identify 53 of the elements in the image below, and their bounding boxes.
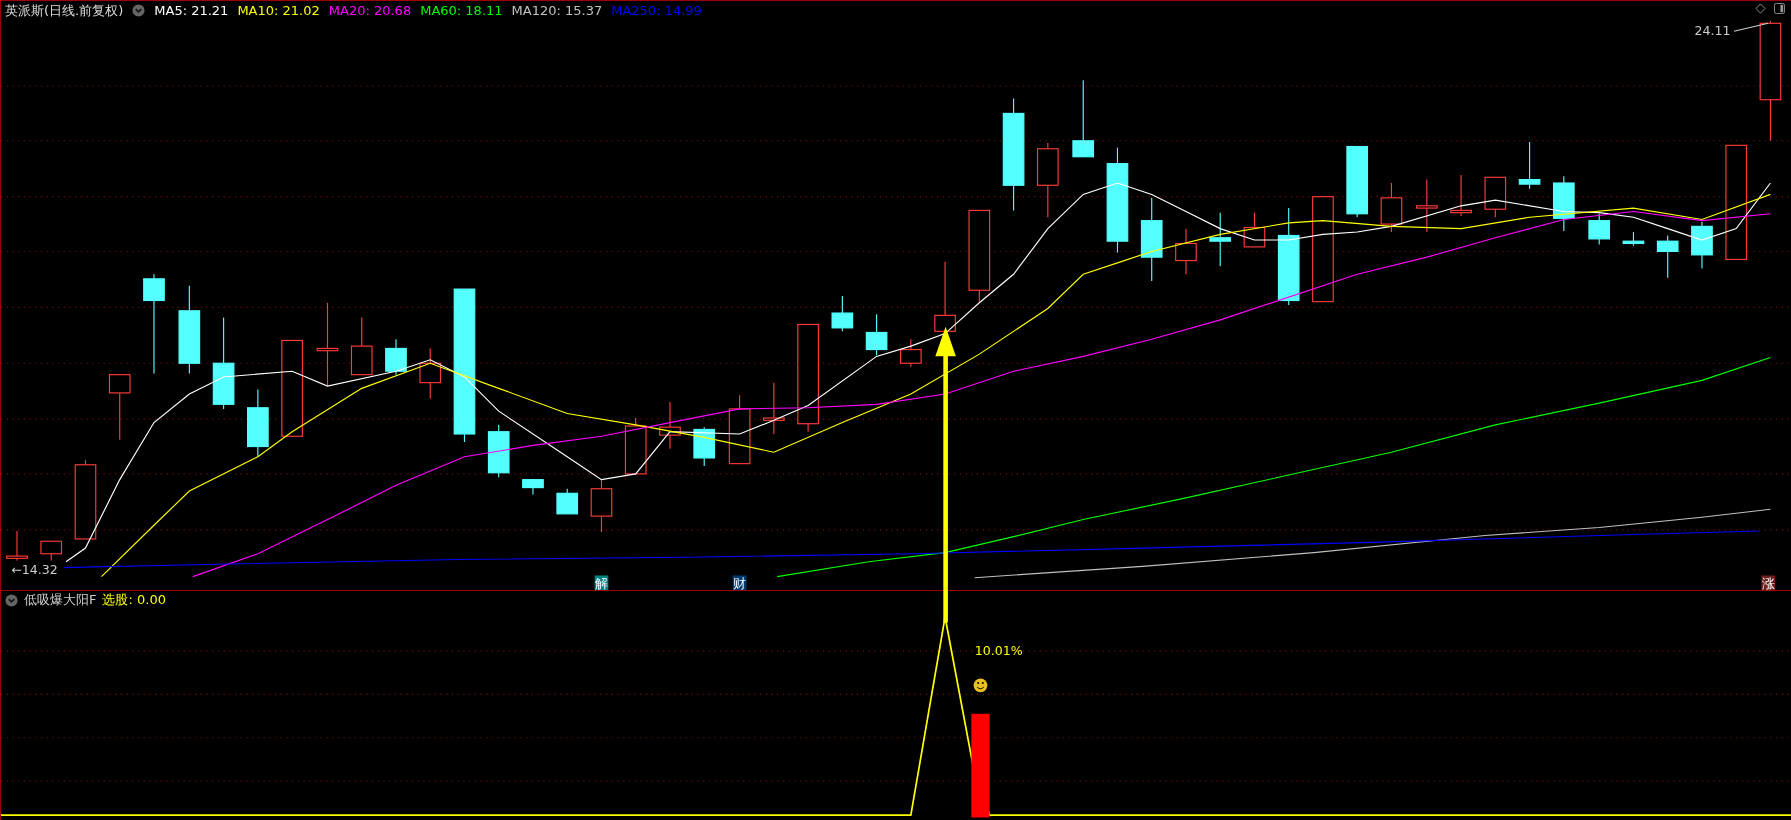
- candlestick: [1656, 234, 1679, 279]
- candlestick: [900, 338, 922, 368]
- candlestick: [1518, 141, 1541, 190]
- candlestick: [693, 426, 716, 467]
- candlestick: [659, 401, 681, 450]
- candlestick: [487, 424, 510, 478]
- candlestick: [108, 374, 131, 441]
- candlestick: [385, 338, 407, 376]
- candlestick: [865, 313, 888, 356]
- leader-line: [1733, 22, 1769, 32]
- diamond-icon[interactable]: [1755, 3, 1766, 14]
- smiley-icon: [973, 678, 988, 693]
- price-low-label: ←14.32: [11, 562, 58, 578]
- candlestick: [1175, 228, 1197, 275]
- candlestick: [6, 530, 28, 562]
- candlestick: [624, 417, 647, 475]
- candlestick: [1622, 231, 1645, 247]
- candlestick: [1691, 221, 1713, 270]
- candlestick: [40, 540, 63, 562]
- moving-average-label: MA5: 21.21: [154, 3, 229, 19]
- price-high-label: 24.11: [1694, 22, 1731, 38]
- candlestick: [1380, 182, 1403, 233]
- candlestick: [590, 479, 613, 533]
- candlestick: [1243, 212, 1266, 248]
- candlestick: [831, 295, 854, 332]
- signal-label: 10.01%: [974, 642, 1023, 658]
- candlestick: [1588, 213, 1611, 246]
- candlestick: [556, 488, 579, 515]
- moving-average-label: MA60: 18.11: [420, 3, 503, 19]
- chevron-down-icon[interactable]: [5, 593, 18, 607]
- chevron-down-icon[interactable]: [132, 4, 146, 18]
- candlestick: [350, 317, 373, 376]
- moving-average-label: MA250: 14.99: [611, 3, 702, 19]
- indicator-title: 低吸爆大阳F: [24, 591, 97, 610]
- candlestick: [1450, 174, 1472, 217]
- indicator-value: 选股: 0.00: [102, 591, 166, 610]
- candlestick: [247, 388, 269, 458]
- panel-icon[interactable]: [1774, 3, 1785, 14]
- moving-average-label: MA20: 20.68: [328, 3, 412, 19]
- chart-title: 英派斯(日线.前复权): [5, 2, 124, 20]
- event-tag[interactable]: 涨: [1761, 575, 1775, 591]
- moving-average-label: MA120: 15.37: [511, 3, 603, 19]
- event-tag[interactable]: 解: [594, 575, 609, 591]
- candlestick: [1416, 179, 1438, 233]
- moving-average-label: MA10: 21.02: [237, 3, 320, 19]
- candlestick: [522, 479, 544, 495]
- candlestick: [1484, 176, 1507, 218]
- candlestick: [763, 382, 785, 435]
- candlestick: [1553, 175, 1575, 232]
- candlestick: [728, 394, 751, 465]
- candlestick: [419, 347, 442, 400]
- event-tag[interactable]: 财: [732, 575, 747, 591]
- candlestick: [1209, 212, 1232, 267]
